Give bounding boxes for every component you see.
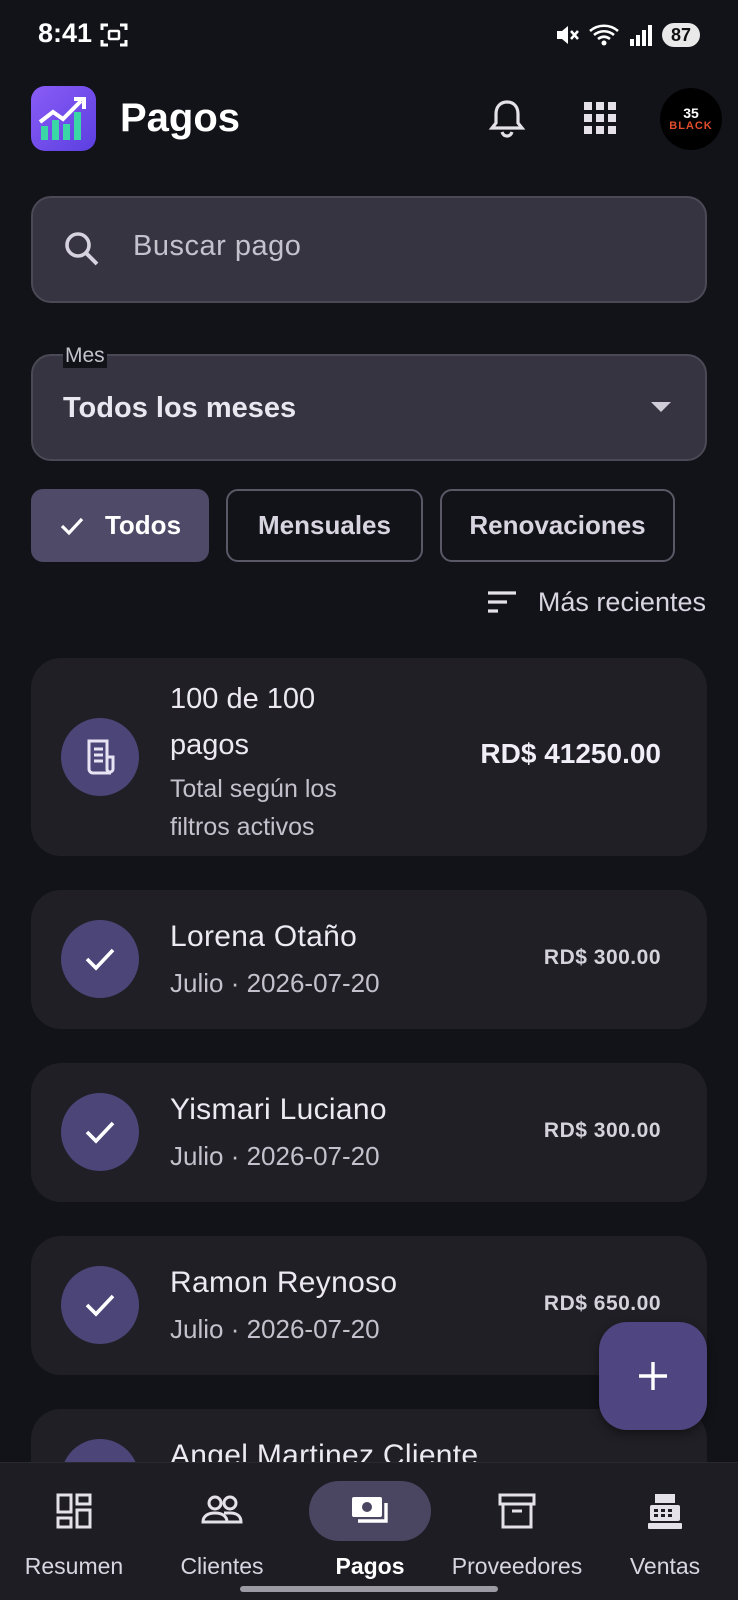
status-bar: 8:41 87	[0, 0, 738, 70]
search-placeholder: Buscar pago	[133, 230, 302, 262]
check-circle-icon	[61, 1093, 139, 1171]
plus-icon	[639, 1362, 667, 1390]
nav-label: Resumen	[24, 1553, 124, 1579]
mute-icon	[556, 26, 579, 44]
summary-title: 100 de 100 pagos	[170, 683, 316, 761]
chip-todos[interactable]: Todos	[31, 489, 209, 562]
avatar-number: 35	[683, 105, 699, 121]
chip-label: Mensuales	[258, 510, 391, 540]
nav-item-clientes[interactable]: Clientes	[160, 1463, 284, 1600]
check-circle-icon	[61, 1266, 139, 1344]
payment-date: Julio · 2026-07-20	[170, 968, 380, 998]
dashboard-icon	[56, 1493, 92, 1529]
wifi-icon	[589, 24, 619, 46]
month-dropdown[interactable]: Mes Todos los meses	[31, 344, 707, 461]
payments-icon	[352, 1497, 388, 1523]
payment-date: Julio · 2026-07-20	[170, 1141, 380, 1171]
chip-label: Todos	[104, 510, 182, 540]
dropdown-value: Todos los meses	[63, 392, 297, 424]
payment-name: Yismari Luciano	[170, 1093, 387, 1126]
chip-mensuales[interactable]: Mensuales	[226, 489, 423, 562]
nav-item-pagos[interactable]: Pagos	[308, 1463, 432, 1600]
bell-icon[interactable]	[485, 96, 529, 140]
sort-icon	[487, 591, 516, 613]
check-icon	[60, 517, 84, 535]
dropdown-label: Mes	[63, 344, 107, 368]
nav-item-ventas[interactable]: Ventas	[603, 1463, 727, 1600]
payment-amount: RD$ 300.00	[543, 946, 661, 969]
nav-label: Pagos	[335, 1553, 405, 1579]
home-indicator[interactable]	[240, 1586, 498, 1592]
page-title: Pagos	[120, 96, 241, 140]
app-bar: Pagos 35 BLACK	[0, 80, 738, 160]
avatar-text: BLACK	[669, 120, 713, 132]
status-time: 8:41	[38, 18, 93, 48]
archive-icon	[498, 1493, 536, 1529]
payment-date: Julio · 2026-07-20	[170, 1314, 380, 1344]
battery-indicator: 87	[661, 23, 700, 47]
search-icon	[65, 232, 99, 266]
payment-card[interactable]: Yismari Luciano Julio · 2026-07-20 RD$ 3…	[31, 1063, 707, 1202]
avatar[interactable]: 35 BLACK	[660, 88, 722, 150]
summary-subtitle: Total según los filtros activos	[170, 775, 337, 841]
chip-renovaciones[interactable]: Renovaciones	[440, 489, 675, 562]
people-icon	[201, 1495, 243, 1524]
cash-register-icon	[648, 1494, 682, 1529]
payment-name: Lorena Otaño	[170, 920, 358, 953]
chart-growth-icon	[31, 86, 96, 151]
search-input[interactable]: Buscar pago	[31, 196, 707, 303]
nav-label: Clientes	[180, 1553, 264, 1579]
nav-item-proveedores[interactable]: Proveedores	[447, 1463, 587, 1600]
receipt-icon	[61, 718, 139, 796]
check-circle-icon	[61, 920, 139, 998]
summary-card: 100 de 100 pagos Total según los filtros…	[31, 658, 707, 856]
signal-icon	[629, 25, 652, 46]
nav-item-resumen[interactable]: Resumen	[12, 1463, 136, 1600]
status-icons: 87	[554, 20, 700, 50]
nav-label: Ventas	[629, 1553, 701, 1579]
bottom-nav: Resumen Clientes Pagos Proveedores Venta…	[0, 1462, 738, 1600]
sort-button[interactable]: Más recientes	[486, 582, 706, 622]
chevron-down-icon	[651, 402, 671, 412]
nav-label: Proveedores	[451, 1553, 583, 1579]
screenshot-icon	[100, 23, 128, 47]
apps-grid-icon[interactable]	[580, 98, 620, 138]
sort-label: Más recientes	[537, 586, 706, 617]
summary-total: RD$ 41250.00	[480, 738, 661, 769]
payment-name: Ramon Reynoso	[170, 1266, 398, 1299]
payment-card[interactable]: Lorena Otaño Julio · 2026-07-20 RD$ 300.…	[31, 890, 707, 1029]
chip-label: Renovaciones	[469, 510, 646, 540]
payment-amount: RD$ 650.00	[543, 1292, 661, 1315]
add-payment-button[interactable]	[599, 1322, 707, 1430]
payment-amount: RD$ 300.00	[543, 1119, 661, 1142]
